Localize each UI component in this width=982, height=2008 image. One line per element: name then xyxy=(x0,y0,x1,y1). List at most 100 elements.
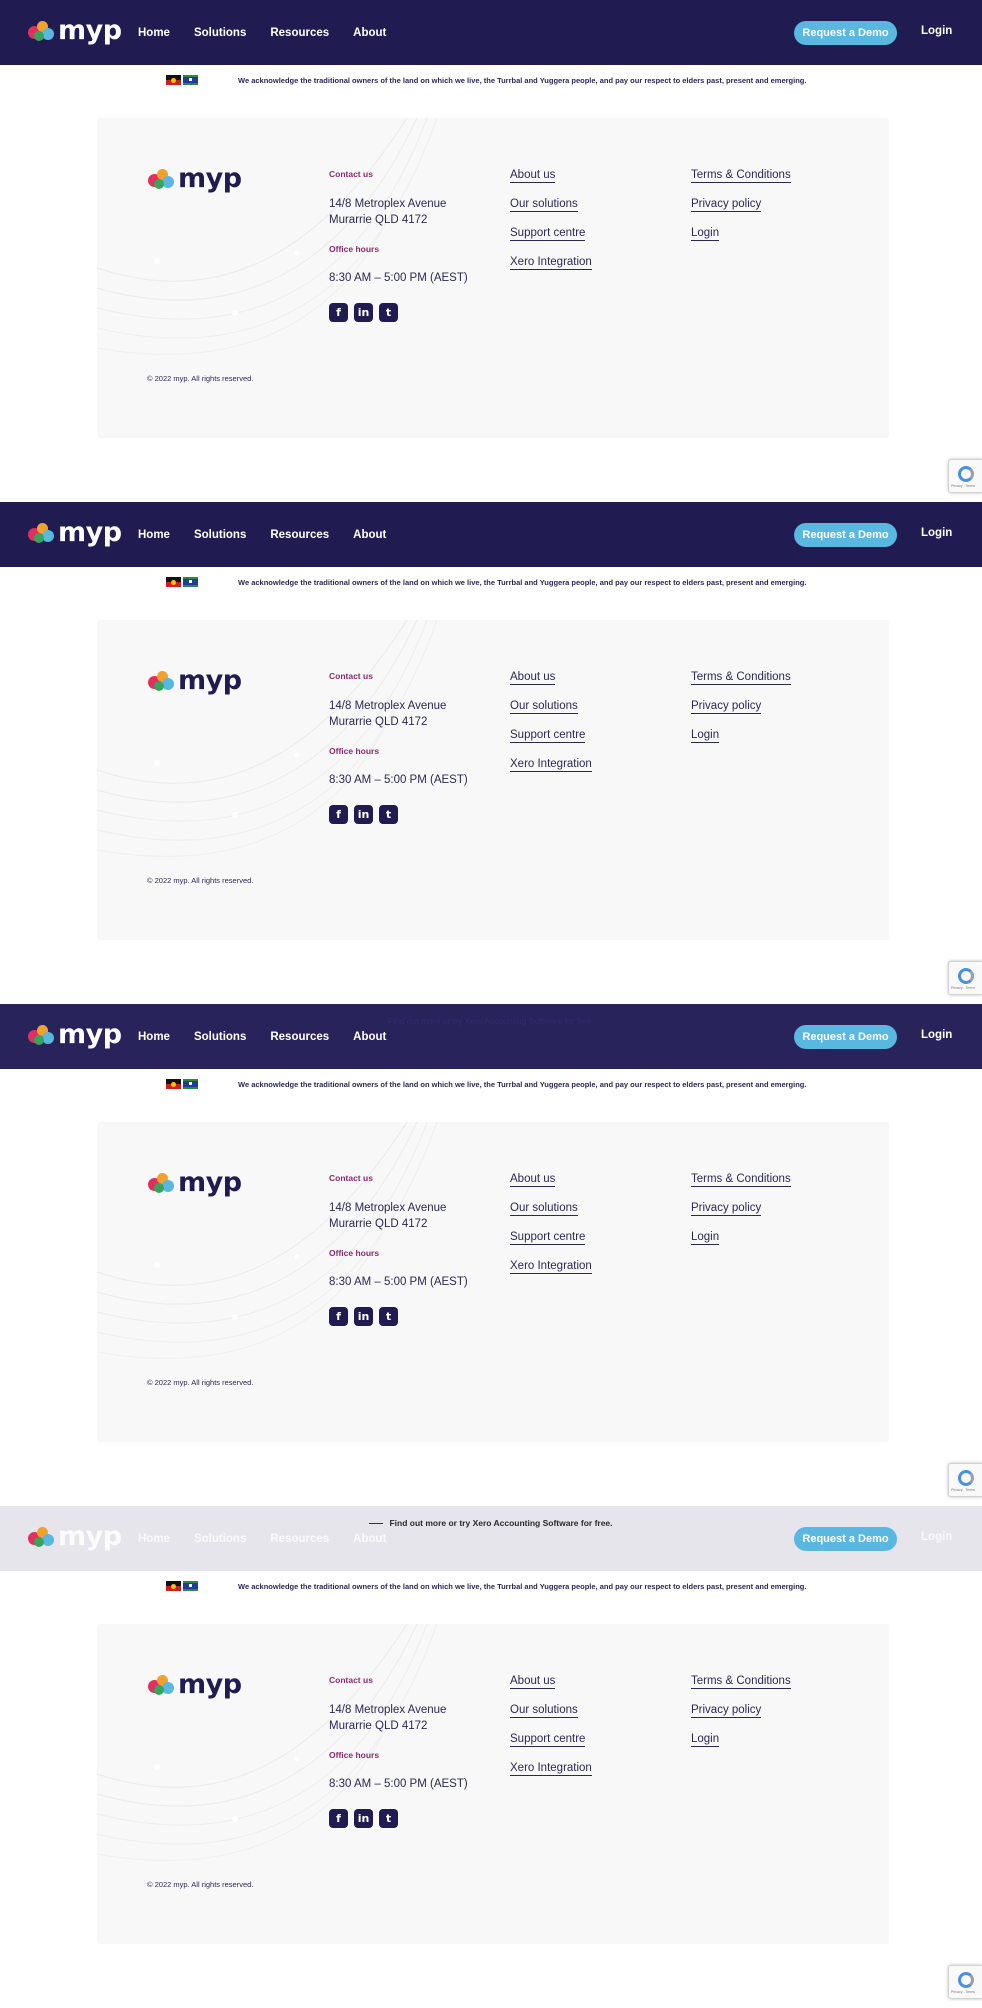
footer-link-our-solutions[interactable]: Our solutions xyxy=(510,699,578,714)
footer-link-about-us[interactable]: About us xyxy=(510,168,556,183)
nav-item-about[interactable]: About xyxy=(353,27,386,39)
footer-link-xero-integration[interactable]: Xero Integration xyxy=(510,757,592,772)
footer-link-xero-integration[interactable]: Xero Integration xyxy=(510,1259,592,1274)
facebook-icon[interactable]: f xyxy=(329,1307,348,1326)
torres-strait-islander-flag-icon xyxy=(183,577,198,587)
site-logo[interactable]: myp xyxy=(28,17,122,45)
footer-link-support-centre[interactable]: Support centre xyxy=(510,728,586,743)
main-menu: Home Solutions Resources About xyxy=(138,502,410,567)
logo-mark-icon xyxy=(148,1674,176,1696)
request-demo-button[interactable]: Request a Demo xyxy=(794,21,897,45)
recaptcha-icon xyxy=(958,466,974,482)
contact-us-label: Contact us xyxy=(329,1173,373,1183)
footer-logo[interactable]: myp xyxy=(148,667,242,695)
nav-item-about[interactable]: About xyxy=(353,1533,386,1545)
footer-link-about-us[interactable]: About us xyxy=(510,1172,556,1187)
twitter-icon[interactable]: t xyxy=(379,1809,398,1828)
social-links: f in t xyxy=(329,303,404,322)
nav-item-resources[interactable]: Resources xyxy=(270,1533,329,1545)
twitter-icon[interactable]: t xyxy=(379,303,398,322)
twitter-icon[interactable]: t xyxy=(379,805,398,824)
promo-banner[interactable]: Find out more or try Xero Accounting Sof… xyxy=(0,1518,982,1528)
footer-link-privacy-policy[interactable]: Privacy policy xyxy=(691,1703,762,1718)
footer-link-about-us[interactable]: About us xyxy=(510,1674,556,1689)
address-line-1: 14/8 Metroplex Avenue xyxy=(329,700,447,712)
nav-item-home[interactable]: Home xyxy=(138,1533,170,1545)
top-navigation: myp Home Solutions Resources About Request … xyxy=(0,0,982,65)
recaptcha-badge[interactable]: Privacy - Terms xyxy=(948,459,982,493)
office-hours-label: Office hours xyxy=(329,244,380,254)
footer-logo[interactable]: myp xyxy=(148,165,242,193)
nav-item-about[interactable]: About xyxy=(353,529,386,541)
nav-item-resources[interactable]: Resources xyxy=(270,27,329,39)
login-link[interactable]: Login xyxy=(921,25,952,37)
login-link[interactable]: Login xyxy=(921,1531,952,1543)
linkedin-icon[interactable]: in xyxy=(354,303,373,322)
facebook-icon[interactable]: f xyxy=(329,303,348,322)
facebook-icon[interactable]: f xyxy=(329,1809,348,1828)
twitter-icon[interactable]: t xyxy=(379,1307,398,1326)
recaptcha-badge[interactable]: Privacy - Terms xyxy=(948,1965,982,1999)
address-line-2: Murarrie QLD 4172 xyxy=(329,716,428,728)
footer-link-login[interactable]: Login xyxy=(691,728,720,743)
nav-item-solutions[interactable]: Solutions xyxy=(194,1031,246,1043)
login-link[interactable]: Login xyxy=(921,1029,952,1041)
footer: myp Contact us 14/8 Metroplex Avenue Mur… xyxy=(97,1122,889,1442)
footer-link-our-solutions[interactable]: Our solutions xyxy=(510,1703,578,1718)
footer-link-privacy-policy[interactable]: Privacy policy xyxy=(691,1201,762,1216)
footer-link-login[interactable]: Login xyxy=(691,1230,720,1245)
promo-banner-text: Find out more or try Xero Accounting Sof… xyxy=(388,1016,594,1026)
footer-link-about-us[interactable]: About us xyxy=(510,670,556,685)
nav-item-home[interactable]: Home xyxy=(138,27,170,39)
footer-link-terms-conditions[interactable]: Terms & Conditions xyxy=(691,1674,791,1689)
nav-item-solutions[interactable]: Solutions xyxy=(194,27,246,39)
footer-logo[interactable]: myp xyxy=(148,1671,242,1699)
footer-link-login[interactable]: Login xyxy=(691,1732,720,1747)
footer-link-terms-conditions[interactable]: Terms & Conditions xyxy=(691,670,791,685)
recaptcha-text: Privacy - Terms xyxy=(951,986,976,990)
footer-logo[interactable]: myp xyxy=(148,1169,242,1197)
logo-mark-icon xyxy=(28,522,56,544)
footer-link-terms-conditions[interactable]: Terms & Conditions xyxy=(691,1172,791,1187)
footer-link-xero-integration[interactable]: Xero Integration xyxy=(510,1761,592,1776)
footer-link-privacy-policy[interactable]: Privacy policy xyxy=(691,197,762,212)
footer-link-terms-conditions[interactable]: Terms & Conditions xyxy=(691,168,791,183)
nav-item-solutions[interactable]: Solutions xyxy=(194,1533,246,1545)
contact-us-label: Contact us xyxy=(329,671,373,681)
office-hours-value: 8:30 AM – 5:00 PM (AEST) xyxy=(329,1778,468,1790)
footer-link-our-solutions[interactable]: Our solutions xyxy=(510,197,578,212)
nav-item-about[interactable]: About xyxy=(353,1031,386,1043)
nav-item-home[interactable]: Home xyxy=(138,529,170,541)
nav-item-home[interactable]: Home xyxy=(138,1031,170,1043)
acknowledgement-text: We acknowledge the traditional owners of… xyxy=(238,75,807,85)
footer-link-privacy-policy[interactable]: Privacy policy xyxy=(691,699,762,714)
login-link[interactable]: Login xyxy=(921,527,952,539)
request-demo-button[interactable]: Request a Demo xyxy=(794,1025,897,1049)
footer-link-support-centre[interactable]: Support centre xyxy=(510,1732,586,1747)
linkedin-icon[interactable]: in xyxy=(354,1809,373,1828)
footer-link-our-solutions[interactable]: Our solutions xyxy=(510,1201,578,1216)
footer-link-xero-integration[interactable]: Xero Integration xyxy=(510,255,592,270)
nav-item-resources[interactable]: Resources xyxy=(270,529,329,541)
linkedin-icon[interactable]: in xyxy=(354,805,373,824)
footer-link-support-centre[interactable]: Support centre xyxy=(510,226,586,241)
linkedin-icon[interactable]: in xyxy=(354,1307,373,1326)
page-frame-2: myp Home Solutions Resources About Request … xyxy=(0,502,982,1004)
recaptcha-badge[interactable]: Privacy - Terms xyxy=(948,1463,982,1497)
promo-banner-text[interactable]: Find out more or try Xero Accounting Sof… xyxy=(389,1518,612,1528)
nav-item-resources[interactable]: Resources xyxy=(270,1031,329,1043)
nav-item-solutions[interactable]: Solutions xyxy=(194,529,246,541)
request-demo-button[interactable]: Request a Demo xyxy=(794,523,897,547)
recaptcha-badge[interactable]: Privacy - Terms xyxy=(948,961,982,995)
logo-text: myp xyxy=(58,517,122,548)
recaptcha-icon xyxy=(958,1972,974,1988)
facebook-icon[interactable]: f xyxy=(329,805,348,824)
recaptcha-icon xyxy=(958,968,974,984)
social-links: f in t xyxy=(329,1809,404,1828)
logo-mark-icon xyxy=(148,168,176,190)
logo-mark-icon xyxy=(28,20,56,42)
site-logo[interactable]: myp xyxy=(28,519,122,547)
footer-link-support-centre[interactable]: Support centre xyxy=(510,1230,586,1245)
footer-link-login[interactable]: Login xyxy=(691,226,720,241)
request-demo-button[interactable]: Request a Demo xyxy=(794,1527,897,1551)
